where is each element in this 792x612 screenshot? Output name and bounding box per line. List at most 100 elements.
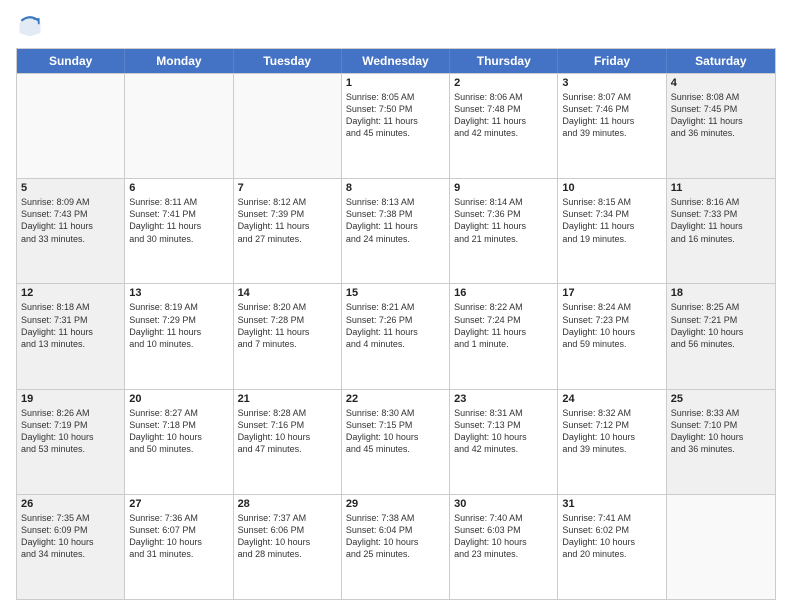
cal-cell-r2-c2: 14 Sunrise: 8:20 AM Sunset: 7:28 PM Dayli… <box>234 284 342 388</box>
cal-cell-r3-c1: 20 Sunrise: 8:27 AM Sunset: 7:18 PM Dayli… <box>125 390 233 494</box>
cell-info: Sunrise: 7:37 AM Sunset: 6:06 PM Dayligh… <box>238 512 337 561</box>
day-number: 2 <box>454 77 553 89</box>
cal-cell-r2-c0: 12 Sunrise: 8:18 AM Sunset: 7:31 PM Dayli… <box>17 284 125 388</box>
day-number: 16 <box>454 287 553 299</box>
cal-cell-r3-c3: 22 Sunrise: 8:30 AM Sunset: 7:15 PM Dayli… <box>342 390 450 494</box>
cal-cell-r1-c0: 5 Sunrise: 8:09 AM Sunset: 7:43 PM Daylig… <box>17 179 125 283</box>
day-number: 8 <box>346 182 445 194</box>
day-number: 15 <box>346 287 445 299</box>
cal-cell-r0-c2 <box>234 74 342 178</box>
cal-cell-r1-c3: 8 Sunrise: 8:13 AM Sunset: 7:38 PM Daylig… <box>342 179 450 283</box>
cal-cell-r3-c5: 24Sunrise: 8:32 AM Sunset: 7:12 PM Dayli… <box>558 390 666 494</box>
header <box>16 12 776 40</box>
day-number: 24 <box>562 393 661 405</box>
day-number: 19 <box>21 393 120 405</box>
cell-info: Sunrise: 8:20 AM Sunset: 7:28 PM Dayligh… <box>238 301 337 350</box>
day-number: 18 <box>671 287 771 299</box>
cal-cell-r4-c4: 30Sunrise: 7:40 AM Sunset: 6:03 PM Dayli… <box>450 495 558 599</box>
day-number: 29 <box>346 498 445 510</box>
cell-info: Sunrise: 8:28 AM Sunset: 7:16 PM Dayligh… <box>238 407 337 456</box>
cell-info: Sunrise: 8:07 AM Sunset: 7:46 PM Dayligh… <box>562 91 661 140</box>
cal-cell-r2-c4: 16 Sunrise: 8:22 AM Sunset: 7:24 PM Dayli… <box>450 284 558 388</box>
cal-cell-r1-c5: 10 Sunrise: 8:15 AM Sunset: 7:34 PM Dayli… <box>558 179 666 283</box>
cal-cell-r1-c6: 11 Sunrise: 8:16 AM Sunset: 7:33 PM Dayli… <box>667 179 775 283</box>
day-number: 7 <box>238 182 337 194</box>
cell-info: Sunrise: 7:35 AM Sunset: 6:09 PM Dayligh… <box>21 512 120 561</box>
cell-info: Sunrise: 7:41 AM Sunset: 6:02 PM Dayligh… <box>562 512 661 561</box>
day-number: 14 <box>238 287 337 299</box>
day-number: 22 <box>346 393 445 405</box>
cell-info: Sunrise: 8:18 AM Sunset: 7:31 PM Dayligh… <box>21 301 120 350</box>
cell-info: Sunrise: 8:30 AM Sunset: 7:15 PM Dayligh… <box>346 407 445 456</box>
day-number: 4 <box>671 77 771 89</box>
calendar: SundayMondayTuesdayWednesdayThursdayFrid… <box>16 48 776 600</box>
cal-cell-r4-c6 <box>667 495 775 599</box>
cell-info: Sunrise: 8:09 AM Sunset: 7:43 PM Dayligh… <box>21 196 120 245</box>
cal-cell-r4-c2: 28 Sunrise: 7:37 AM Sunset: 6:06 PM Dayli… <box>234 495 342 599</box>
cal-cell-r2-c3: 15 Sunrise: 8:21 AM Sunset: 7:26 PM Dayli… <box>342 284 450 388</box>
calendar-header-row: SundayMondayTuesdayWednesdayThursdayFrid… <box>17 49 775 73</box>
day-number: 27 <box>129 498 228 510</box>
day-number: 10 <box>562 182 661 194</box>
day-number: 17 <box>562 287 661 299</box>
logo <box>16 12 48 40</box>
cell-info: Sunrise: 8:08 AM Sunset: 7:45 PM Dayligh… <box>671 91 771 140</box>
cal-cell-r4-c3: 29 Sunrise: 7:38 AM Sunset: 6:04 PM Dayli… <box>342 495 450 599</box>
day-number: 25 <box>671 393 771 405</box>
day-number: 30 <box>454 498 553 510</box>
cell-info: Sunrise: 8:33 AM Sunset: 7:10 PM Dayligh… <box>671 407 771 456</box>
day-number: 23 <box>454 393 553 405</box>
cell-info: Sunrise: 8:22 AM Sunset: 7:24 PM Dayligh… <box>454 301 553 350</box>
cell-info: Sunrise: 8:31 AM Sunset: 7:13 PM Dayligh… <box>454 407 553 456</box>
day-number: 6 <box>129 182 228 194</box>
cal-header-sunday: Sunday <box>17 49 125 73</box>
calendar-body: 1 Sunrise: 8:05 AM Sunset: 7:50 PM Daylig… <box>17 73 775 599</box>
cal-row-2: 12 Sunrise: 8:18 AM Sunset: 7:31 PM Dayli… <box>17 283 775 388</box>
cal-header-saturday: Saturday <box>667 49 775 73</box>
cal-cell-r3-c2: 21Sunrise: 8:28 AM Sunset: 7:16 PM Dayli… <box>234 390 342 494</box>
cal-row-0: 1 Sunrise: 8:05 AM Sunset: 7:50 PM Daylig… <box>17 73 775 178</box>
cal-cell-r4-c0: 26 Sunrise: 7:35 AM Sunset: 6:09 PM Dayli… <box>17 495 125 599</box>
day-number: 13 <box>129 287 228 299</box>
cal-cell-r2-c1: 13Sunrise: 8:19 AM Sunset: 7:29 PM Dayli… <box>125 284 233 388</box>
cell-info: Sunrise: 8:06 AM Sunset: 7:48 PM Dayligh… <box>454 91 553 140</box>
cal-cell-r0-c1 <box>125 74 233 178</box>
cal-cell-r0-c0 <box>17 74 125 178</box>
day-number: 11 <box>671 182 771 194</box>
cal-header-tuesday: Tuesday <box>234 49 342 73</box>
cal-header-monday: Monday <box>125 49 233 73</box>
day-number: 12 <box>21 287 120 299</box>
cal-row-4: 26 Sunrise: 7:35 AM Sunset: 6:09 PM Dayli… <box>17 494 775 599</box>
cell-info: Sunrise: 8:11 AM Sunset: 7:41 PM Dayligh… <box>129 196 228 245</box>
cell-info: Sunrise: 8:14 AM Sunset: 7:36 PM Dayligh… <box>454 196 553 245</box>
cal-cell-r1-c1: 6 Sunrise: 8:11 AM Sunset: 7:41 PM Daylig… <box>125 179 233 283</box>
cal-cell-r2-c6: 18 Sunrise: 8:25 AM Sunset: 7:21 PM Dayli… <box>667 284 775 388</box>
cal-cell-r1-c2: 7Sunrise: 8:12 AM Sunset: 7:39 PM Daylig… <box>234 179 342 283</box>
cal-cell-r0-c4: 2 Sunrise: 8:06 AM Sunset: 7:48 PM Daylig… <box>450 74 558 178</box>
cal-cell-r0-c5: 3 Sunrise: 8:07 AM Sunset: 7:46 PM Daylig… <box>558 74 666 178</box>
cal-header-friday: Friday <box>558 49 666 73</box>
cell-info: Sunrise: 8:15 AM Sunset: 7:34 PM Dayligh… <box>562 196 661 245</box>
cal-cell-r4-c5: 31Sunrise: 7:41 AM Sunset: 6:02 PM Dayli… <box>558 495 666 599</box>
cal-cell-r2-c5: 17 Sunrise: 8:24 AM Sunset: 7:23 PM Dayli… <box>558 284 666 388</box>
day-number: 5 <box>21 182 120 194</box>
cell-info: Sunrise: 8:24 AM Sunset: 7:23 PM Dayligh… <box>562 301 661 350</box>
day-number: 28 <box>238 498 337 510</box>
cal-cell-r4-c1: 27 Sunrise: 7:36 AM Sunset: 6:07 PM Dayli… <box>125 495 233 599</box>
cell-info: Sunrise: 7:36 AM Sunset: 6:07 PM Dayligh… <box>129 512 228 561</box>
day-number: 20 <box>129 393 228 405</box>
cell-info: Sunrise: 8:21 AM Sunset: 7:26 PM Dayligh… <box>346 301 445 350</box>
day-number: 26 <box>21 498 120 510</box>
cal-cell-r3-c4: 23 Sunrise: 8:31 AM Sunset: 7:13 PM Dayli… <box>450 390 558 494</box>
day-number: 3 <box>562 77 661 89</box>
cell-info: Sunrise: 8:27 AM Sunset: 7:18 PM Dayligh… <box>129 407 228 456</box>
cal-header-wednesday: Wednesday <box>342 49 450 73</box>
cell-info: Sunrise: 8:16 AM Sunset: 7:33 PM Dayligh… <box>671 196 771 245</box>
cal-cell-r1-c4: 9Sunrise: 8:14 AM Sunset: 7:36 PM Daylig… <box>450 179 558 283</box>
day-number: 1 <box>346 77 445 89</box>
cell-info: Sunrise: 7:38 AM Sunset: 6:04 PM Dayligh… <box>346 512 445 561</box>
cell-info: Sunrise: 8:05 AM Sunset: 7:50 PM Dayligh… <box>346 91 445 140</box>
cell-info: Sunrise: 8:25 AM Sunset: 7:21 PM Dayligh… <box>671 301 771 350</box>
page: SundayMondayTuesdayWednesdayThursdayFrid… <box>0 0 792 612</box>
cell-info: Sunrise: 8:13 AM Sunset: 7:38 PM Dayligh… <box>346 196 445 245</box>
